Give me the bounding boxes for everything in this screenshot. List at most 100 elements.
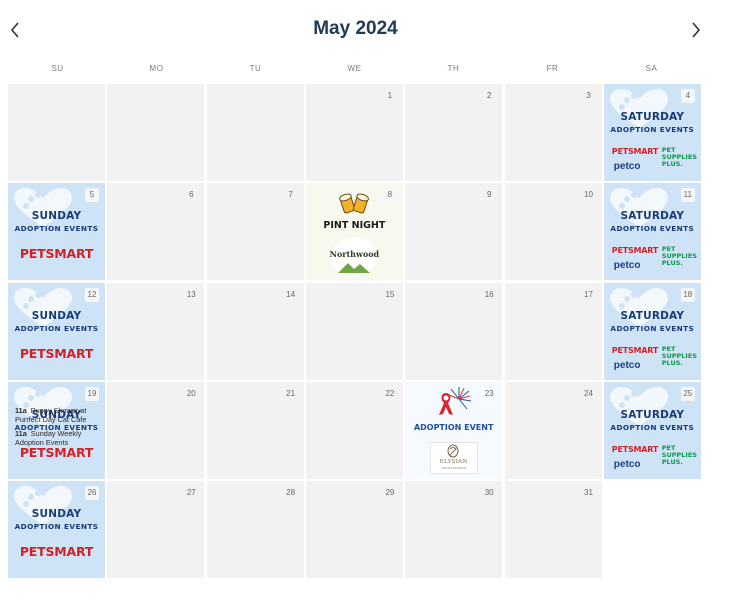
day-number: 17 [584, 289, 593, 299]
day-cell-27[interactable]: 27 [107, 481, 205, 579]
day-cell-2[interactable]: 2 [405, 84, 503, 181]
petsmart-logo: PETSMART [19, 544, 94, 560]
day-cell-30[interactable]: 30 [405, 481, 503, 579]
day-number: 18 [680, 287, 695, 302]
day-cell-5[interactable]: SUNDAY ADOPTION EVENTS PETSMART 5 [8, 183, 105, 281]
pet-supplies-plus-logo: PET SUPPLIES PLUS. [662, 246, 698, 267]
heart-paw-icon [609, 287, 668, 327]
day-cell-26[interactable]: SUNDAY ADOPTION EVENTS PETSMART 26 [8, 481, 105, 579]
day-number: 4 [680, 89, 695, 103]
day-cell-10[interactable]: 10 [504, 183, 602, 281]
ribbon-fireworks-icon [439, 386, 472, 415]
promo-subtitle: ADOPTION EVENTS [610, 422, 695, 432]
petsmart-logo: PETSMART [611, 147, 659, 156]
day-number: 29 [385, 488, 395, 498]
day-cell-6[interactable]: 6 [107, 183, 205, 281]
next-month-button[interactable] [686, 20, 706, 40]
day-number: 11 [680, 188, 695, 203]
day-number: 30 [484, 488, 494, 498]
day-cell-14[interactable]: 14 [206, 282, 304, 380]
northwood-logo: Northwood [329, 249, 380, 260]
day-number: 21 [286, 388, 296, 398]
day-number: 27 [186, 488, 196, 498]
day-cell-1[interactable]: 1 [305, 84, 403, 181]
day-cell-24[interactable]: 24 [504, 381, 602, 479]
day-cell-21[interactable]: 21 [206, 381, 304, 479]
day-cell-23[interactable]: ADOPTION EVENT ELYSIAN SALON STUDIOS 23 [405, 381, 503, 479]
day-cell-19[interactable]: SUNDAY ADOPTION EVENTS PETSMART 11a Puppy Sh… [8, 381, 105, 479]
weekday-mo: MO [149, 64, 164, 73]
promo-title: SATURDAY [620, 309, 685, 322]
day-number: 5 [85, 188, 99, 203]
promo-title: SATURDAY [620, 408, 685, 421]
day-cell-20[interactable]: 20 [107, 381, 205, 479]
day-number: 14 [286, 289, 296, 299]
calendar-grid: 1 2 3 SATURDAY ADOPTION EVENTS PETSMART petco P… [8, 84, 703, 579]
event-time: 11a [15, 405, 27, 415]
day-number: 9 [486, 190, 492, 200]
petco-logo: petco [613, 260, 641, 272]
day-cell-25[interactable]: SATURDAY ADOPTION EVENTS PETSMART petco PET S… [603, 381, 701, 479]
petsmart-logo: PETSMART [611, 345, 659, 355]
weekday-su: SU [51, 64, 64, 73]
day-cell-empty[interactable] [206, 84, 304, 181]
day-number: 10 [584, 190, 593, 200]
promo-title: SUNDAY [31, 508, 82, 521]
day-cell-31[interactable]: 31 [504, 481, 602, 579]
promo-title: SATURDAY [620, 111, 685, 123]
day-cell-empty [603, 481, 701, 579]
day-number: 31 [584, 488, 593, 498]
day-cell-15[interactable]: 15 [305, 282, 403, 380]
promo-subtitle: ADOPTION EVENTS [610, 125, 695, 134]
day-cell-12[interactable]: SUNDAY ADOPTION EVENTS PETSMART 12 [8, 282, 105, 380]
psp-word-3: PLUS. [661, 160, 683, 168]
day-cell-empty[interactable] [107, 84, 205, 181]
day-number: 8 [382, 188, 397, 203]
day-cell-4[interactable]: SATURDAY ADOPTION EVENTS PETSMART petco PET S… [603, 84, 701, 181]
petsmart-logo: PETSMART [19, 345, 94, 361]
weekday-th: TH [447, 64, 460, 73]
event-item[interactable]: 11a Sunday Weekly Adoption Events [15, 429, 103, 448]
day-cell-28[interactable]: 28 [206, 481, 304, 579]
day-cell-7[interactable]: 7 [206, 183, 304, 281]
adoption-event-title: ADOPTION EVENT [413, 422, 494, 432]
day-cell-8[interactable]: PINT NIGHT Northwood 8 [305, 183, 403, 281]
heart-paw-icon [14, 287, 72, 327]
day-number: 26 [85, 486, 99, 501]
day-cell-3[interactable]: 3 [504, 84, 602, 181]
day-cell-22[interactable]: 22 [305, 381, 403, 479]
day-number: 7 [288, 190, 293, 200]
petsmart-logo: PETSMART [611, 444, 659, 454]
day-number: 24 [584, 388, 593, 398]
elysian-emblem-icon [447, 444, 459, 458]
weekday-fr: FR [546, 64, 559, 73]
day-cell-9[interactable]: 9 [405, 183, 503, 281]
day-cell-13[interactable]: 13 [107, 282, 205, 380]
petsmart-logo: PETSMART [19, 246, 94, 262]
month-title: May 2024 [313, 18, 398, 39]
event-item[interactable]: 11a Puppy Shower at Purrfect Day Cat Cafe [15, 406, 103, 425]
day-cell-empty[interactable] [8, 84, 105, 181]
petsmart-logo: PETSMART [611, 246, 659, 256]
day-cell-29[interactable]: 29 [305, 481, 403, 579]
event-list: 11a Puppy Shower at Purrfect Day Cat Cafe… [15, 406, 103, 452]
weekday-tu: TU [249, 64, 262, 73]
psp-word-3: PLUS. [661, 457, 683, 466]
day-cell-18[interactable]: SATURDAY ADOPTION EVENTS PETSMART petco PET S… [603, 282, 701, 380]
weekday-sa: SA [645, 64, 658, 73]
day-number: 20 [186, 388, 196, 398]
heart-paw-icon [609, 89, 668, 128]
promo-subtitle: ADOPTION EVENTS [610, 323, 695, 333]
chevron-right-icon [692, 22, 701, 38]
weekday-header: SU MO TU WE TH FR SA [8, 64, 703, 78]
day-number: 22 [385, 388, 395, 398]
day-number: 15 [385, 289, 395, 299]
day-cell-17[interactable]: 17 [504, 282, 602, 380]
day-number: 23 [484, 388, 494, 398]
pet-supplies-plus-logo: PET SUPPLIES PLUS. [662, 147, 698, 168]
day-cell-11[interactable]: SATURDAY ADOPTION EVENTS PETSMART petco PET S… [603, 183, 701, 281]
petco-logo: petco [613, 161, 641, 172]
day-cell-16[interactable]: 16 [405, 282, 503, 380]
mountain-icon [337, 263, 370, 274]
day-number: 19 [85, 386, 99, 401]
